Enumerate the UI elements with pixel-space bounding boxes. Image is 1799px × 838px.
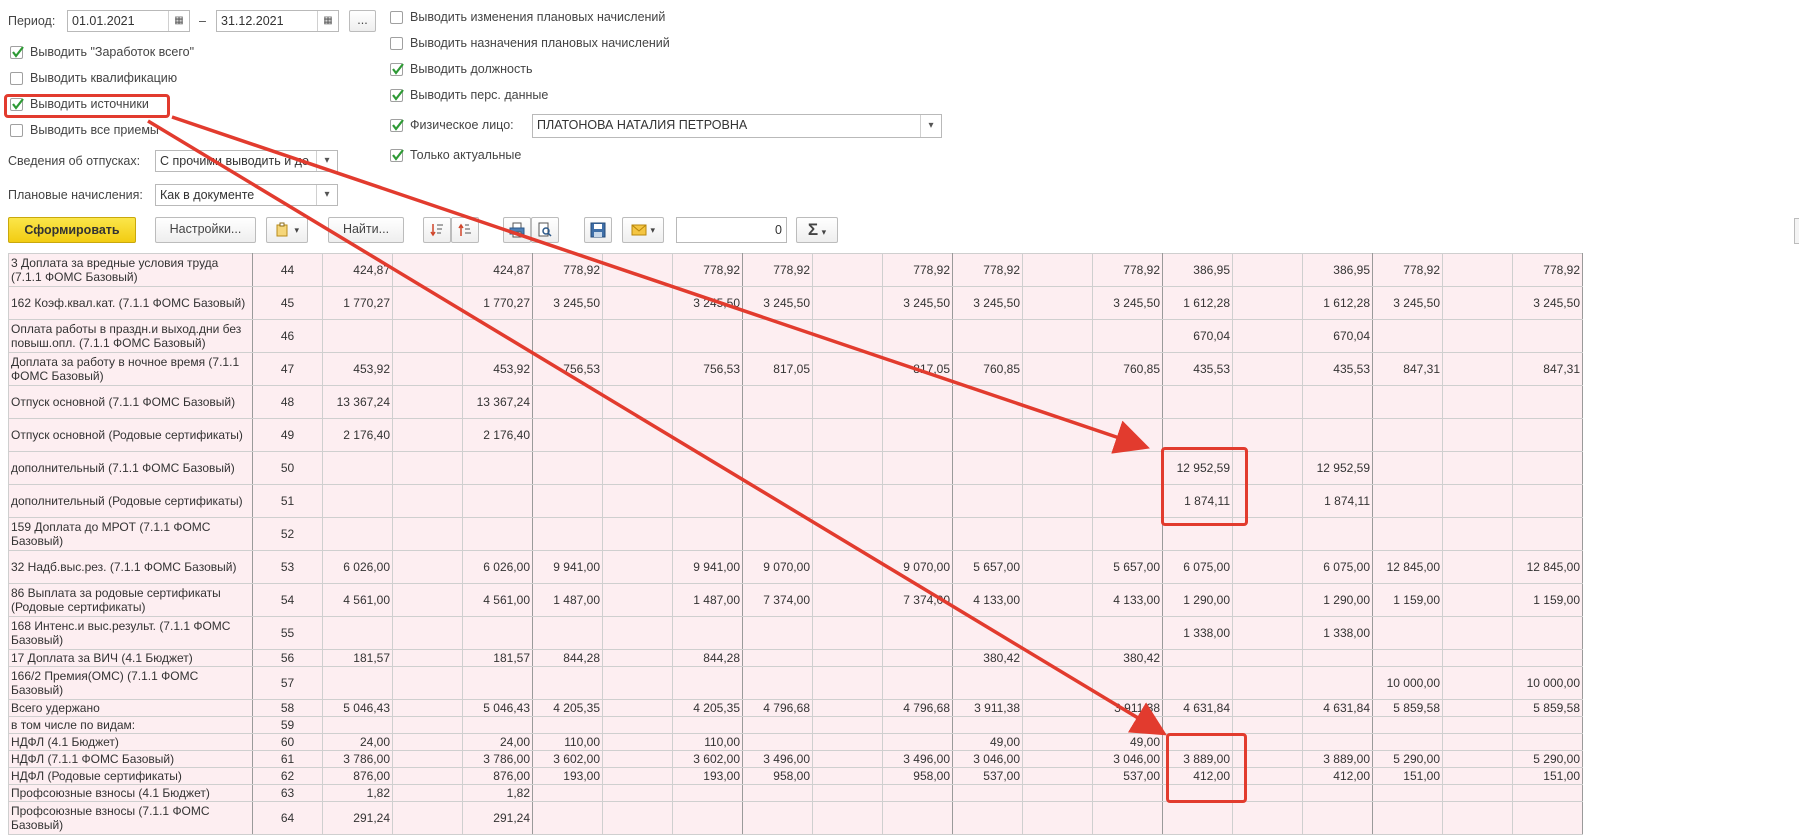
annotation-arrows xyxy=(147,115,1167,736)
arrow-to-vacation-values xyxy=(171,115,1150,454)
arrow-to-ndfl-values xyxy=(147,119,1167,736)
